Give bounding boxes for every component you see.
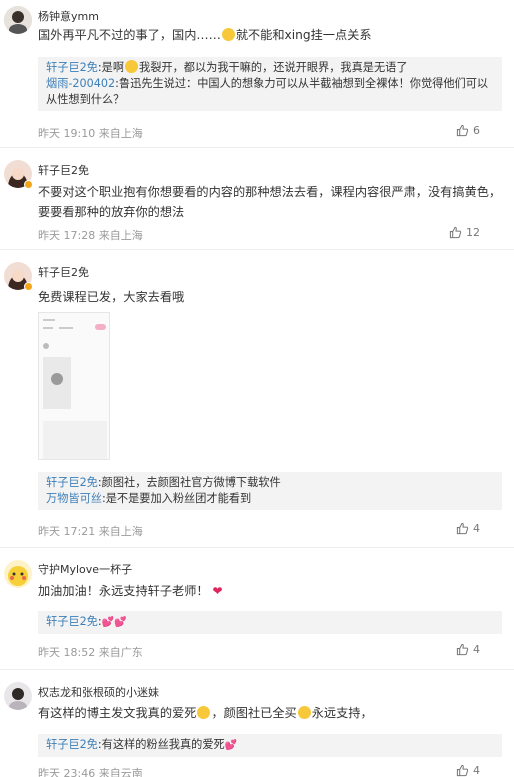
comment-username[interactable]: 权志龙和张根硕的小迷妹 <box>38 684 159 700</box>
avatar[interactable] <box>4 560 32 588</box>
heart-icon: 💕 <box>224 740 238 751</box>
like-count: 12 <box>466 226 480 239</box>
emoji-icon <box>297 706 311 719</box>
like-count: 4 <box>473 522 480 535</box>
reply-item: 轩子巨2免:是啊 我裂开，都以为我干嘛的，还说开眼界，我真是无语了 <box>46 60 494 76</box>
comment-item: 守护Mylove一杯子 加油加油！永远支持轩子老师！ ❤ 轩子巨2免:💕💕 昨天… <box>0 548 514 670</box>
reply-text: 我裂开，都以为我干嘛的，还说开眼界，我真是无语了 <box>139 61 408 74</box>
emoji-icon <box>197 706 211 719</box>
reply-text: :是不是要加入粉丝团才能看到 <box>101 492 252 505</box>
thumbs-up-icon <box>456 643 469 656</box>
attached-image[interactable] <box>38 312 110 460</box>
comment-username[interactable]: 轩子巨2免 <box>38 162 89 178</box>
reply-username[interactable]: 轩子巨2免 <box>46 738 98 751</box>
comment-meta: 昨天 17:21 来自上海 <box>38 525 143 538</box>
comment-text-part: 就不能和xing挂一点关系 <box>235 28 372 42</box>
comment-text-part: 国外再平凡不过的事了，国内…… <box>38 28 221 42</box>
thumbs-up-icon <box>449 226 462 239</box>
reply-item: 轩子巨2免:有这样的粉丝我真的爱死💕 <box>46 737 494 754</box>
comment-meta: 昨天 19:10 来自上海 <box>38 127 143 140</box>
reply-text: :是啊 <box>97 61 125 74</box>
reply-box: 轩子巨2免:有这样的粉丝我真的爱死💕 <box>38 734 502 757</box>
comment-text: 有这样的博主发文我真的爱死 ，颜图社已全买 永远支持， <box>38 703 502 723</box>
avatar[interactable] <box>4 682 32 710</box>
reply-item: 轩子巨2免:颜图社，去颜图社官方微博下载软件 <box>46 475 494 491</box>
like-button[interactable]: 6 <box>456 124 480 137</box>
reply-username[interactable]: 万物皆可丝 <box>46 492 102 505</box>
reply-text: :有这样的粉丝我真的爱死 <box>97 738 225 751</box>
comment-meta: 昨天 23:46 来自云南 <box>38 767 143 777</box>
like-count: 4 <box>473 643 480 656</box>
comment-text-part: 永远支持， <box>311 706 373 720</box>
comment-text: 加油加油！永远支持轩子老师！ ❤ <box>38 581 502 601</box>
comment-username[interactable]: 守护Mylove一杯子 <box>38 561 132 577</box>
reply-username[interactable]: 烟雨-200402 <box>46 77 115 90</box>
thumbs-up-icon <box>456 522 469 535</box>
comment-item: 轩子巨2免 不要对这个职业抱有你想要看的内容的那种想法去看，课程内容很严肃，没有… <box>0 148 514 250</box>
comment-text: 不要对这个职业抱有你想要看的内容的那种想法去看，课程内容很严肃，没有搞黄色，要要… <box>38 185 502 219</box>
emoji-icon <box>221 28 235 41</box>
avatar[interactable] <box>4 6 32 34</box>
comment-item: 权志龙和张根硕的小迷妹 有这样的博主发文我真的爱死 ，颜图社已全买 永远支持， 轩子… <box>0 670 514 777</box>
like-button[interactable]: 12 <box>449 226 480 239</box>
comment-text-part: ，颜图社已全买 <box>211 706 297 720</box>
comment-text: 免费课程已发，大家去看哦 <box>38 290 185 304</box>
verified-badge-icon <box>24 282 33 291</box>
like-button[interactable]: 4 <box>456 764 480 777</box>
comment-username[interactable]: 轩子巨2免 <box>38 264 89 280</box>
reply-item: 烟雨-200402:鲁迅先生说过：中国人的想象力可以从半截袖想到全裸体！你觉得他… <box>46 76 494 108</box>
thumbs-up-icon <box>456 124 469 137</box>
reply-username[interactable]: 轩子巨2免 <box>46 61 98 74</box>
heart-icon: 💕💕 <box>101 617 127 628</box>
comment-username[interactable]: 杨钟意ymm <box>38 8 99 24</box>
comment-meta: 昨天 17:28 来自上海 <box>38 229 143 242</box>
reply-box: 轩子巨2免:💕💕 <box>38 611 502 634</box>
verified-badge-icon <box>24 180 33 189</box>
comment-item: 杨钟意ymm 国外再平凡不过的事了，国内…… 就不能和xing挂一点关系 轩子巨2… <box>0 0 514 148</box>
comment-item: 轩子巨2免 免费课程已发，大家去看哦 轩子巨2免:颜图社，去颜图社官方微博下载软… <box>0 250 514 548</box>
like-button[interactable]: 4 <box>456 522 480 535</box>
reply-item: 万物皆可丝:是不是要加入粉丝团才能看到 <box>46 491 494 507</box>
reply-box: 轩子巨2免:颜图社，去颜图社官方微博下载软件 万物皆可丝:是不是要加入粉丝团才能… <box>38 472 502 510</box>
reply-box: 轩子巨2免:是啊 我裂开，都以为我干嘛的，还说开眼界，我真是无语了 烟雨-2004… <box>38 57 502 111</box>
like-count: 4 <box>473 764 480 777</box>
like-button[interactable]: 4 <box>456 643 480 656</box>
comment-text-part: 有这样的博主发文我真的爱死 <box>38 706 197 720</box>
emoji-icon <box>125 60 139 73</box>
reply-username[interactable]: 轩子巨2免 <box>46 476 98 489</box>
reply-item: 轩子巨2免:💕💕 <box>46 614 494 631</box>
reply-text: :颜图社，去颜图社官方微博下载软件 <box>97 476 281 489</box>
comment-text-part: 加油加油！永远支持轩子老师！ <box>38 584 209 598</box>
comment-meta: 昨天 18:52 来自广东 <box>38 646 143 659</box>
heart-icon: ❤ <box>212 584 223 598</box>
like-count: 6 <box>473 124 480 137</box>
comment-text: 国外再平凡不过的事了，国内…… 就不能和xing挂一点关系 <box>38 25 502 45</box>
thumbs-up-icon <box>456 764 469 777</box>
reply-username[interactable]: 轩子巨2免 <box>46 615 98 628</box>
